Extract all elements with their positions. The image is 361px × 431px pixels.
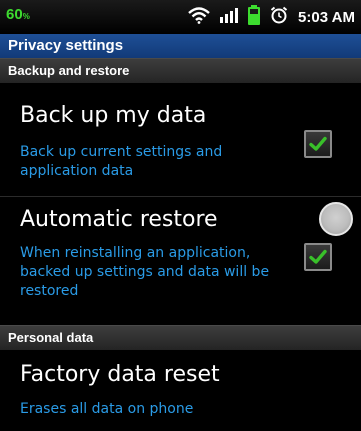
signal-icon — [220, 7, 239, 27]
scroll-thumb[interactable] — [319, 202, 353, 236]
battery-percent-indicator: 60% — [6, 6, 30, 23]
wifi-icon — [188, 6, 210, 28]
item-title: Automatic restore — [20, 207, 218, 232]
item-title: Back up my data — [20, 103, 207, 128]
checkmark-icon — [309, 136, 327, 151]
item-summary: Erases all data on phone — [20, 401, 194, 417]
section-header-backup-restore: Backup and restore — [0, 58, 361, 83]
back-up-my-data-checkbox[interactable] — [304, 130, 332, 158]
item-summary: When reinstalling an application, backed… — [20, 245, 270, 299]
status-time: 5:03 AM — [298, 8, 355, 26]
section-header-label: Backup and restore — [8, 63, 130, 78]
status-bar: 60% 5:03 AM — [0, 0, 361, 34]
alarm-icon — [270, 6, 288, 28]
section-header-label: Personal data — [8, 330, 94, 345]
battery-percent-unit: % — [22, 12, 30, 21]
factory-data-reset-item[interactable]: Factory data reset Erases all data on ph… — [0, 350, 361, 431]
back-up-my-data-item[interactable]: Back up my data Back up current settings… — [0, 83, 361, 196]
item-title: Factory data reset — [20, 362, 220, 387]
item-summary: Back up current settings and application… — [20, 144, 223, 179]
checkmark-icon — [309, 249, 327, 264]
page-title: Privacy settings — [8, 37, 124, 54]
automatic-restore-checkbox[interactable] — [304, 243, 332, 271]
battery-percent: 60 — [6, 6, 23, 23]
title-bar: Privacy settings — [0, 34, 361, 59]
automatic-restore-item[interactable]: Automatic restore When reinstalling an a… — [0, 197, 361, 325]
battery-icon — [248, 5, 261, 29]
section-header-personal-data: Personal data — [0, 325, 361, 350]
